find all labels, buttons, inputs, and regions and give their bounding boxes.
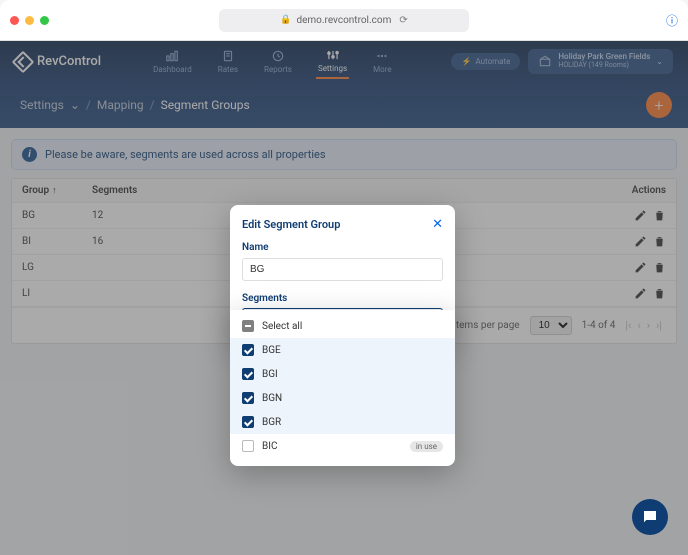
brand[interactable]: RevControl (15, 54, 101, 70)
nav-tabs: Dashboard Rates Reports Settings More (151, 44, 394, 79)
per-page-select[interactable]: 10 (530, 316, 572, 335)
delete-icon[interactable] (653, 261, 666, 274)
checkbox-checked-icon (242, 368, 254, 380)
refresh-icon[interactable]: ⟳ (399, 15, 407, 26)
edit-icon[interactable] (634, 209, 647, 222)
info-icon[interactable]: ⓘ (666, 12, 678, 29)
automate-button[interactable]: ⚡ Automate (451, 53, 520, 70)
pager-next-icon[interactable]: › (647, 319, 650, 332)
segment-option[interactable]: BGN (230, 386, 455, 410)
checkbox-unchecked-icon (242, 440, 254, 452)
close-icon[interactable]: ✕ (432, 217, 443, 232)
delete-icon[interactable] (653, 287, 666, 300)
info-icon: i (22, 147, 37, 162)
checkbox-checked-icon (242, 344, 254, 356)
column-segments[interactable]: Segments (92, 185, 616, 196)
nav-settings[interactable]: Settings (316, 44, 349, 79)
hotel-icon (538, 54, 552, 68)
crumb-mapping[interactable]: Mapping (97, 98, 144, 112)
brand-logo-icon (12, 50, 35, 73)
select-all-option[interactable]: Select all (230, 314, 455, 338)
hotel-sub: HOLIDAY (149 Rooms) (558, 62, 650, 70)
column-actions: Actions (616, 185, 666, 196)
browser-chrome: 🔒 demo.revcontrol.com ⟳ ⓘ (0, 0, 688, 41)
edit-icon[interactable] (634, 235, 647, 248)
maximize-window-button[interactable] (40, 16, 49, 25)
edit-icon[interactable] (634, 261, 647, 274)
add-button[interactable]: + (646, 92, 672, 118)
chat-icon (641, 508, 659, 526)
url-bar[interactable]: 🔒 demo.revcontrol.com ⟳ (219, 9, 469, 32)
breadcrumb-bar: Settings ⌄ / Mapping / Segment Groups + (0, 82, 688, 128)
modal-title: Edit Segment Group (242, 218, 340, 231)
crumb-current: Segment Groups (161, 98, 250, 112)
nav-reports[interactable]: Reports (262, 45, 294, 78)
chevron-down-icon: ⌄ (70, 98, 80, 112)
alert-text: Please be aware, segments are used acros… (45, 148, 326, 161)
app-header: RevControl Dashboard Rates Reports Setti… (0, 41, 688, 82)
segment-option[interactable]: BGE (230, 338, 455, 362)
name-input[interactable] (242, 258, 443, 281)
sort-asc-icon: ↑ (52, 185, 57, 196)
checkbox-indeterminate-icon (242, 320, 254, 332)
checkbox-checked-icon (242, 416, 254, 428)
header-right: ⚡ Automate Holiday Park Green Fields HOL… (451, 49, 673, 73)
chat-button[interactable] (632, 499, 668, 535)
edit-icon[interactable] (634, 287, 647, 300)
in-use-badge: in use (410, 441, 443, 452)
segments-dropdown: Select all BGE BGI BGN BGR BIC in use (230, 310, 455, 466)
delete-icon[interactable] (653, 209, 666, 222)
hotel-selector[interactable]: Holiday Park Green Fields HOLIDAY (149 R… (528, 49, 673, 73)
close-window-button[interactable] (10, 16, 19, 25)
dashboard-icon (165, 49, 179, 63)
automate-icon: ⚡ (461, 57, 471, 66)
per-page-label: Items per page (453, 320, 519, 331)
brand-name: RevControl (37, 54, 101, 69)
crumb-settings[interactable]: Settings (20, 98, 64, 112)
lock-icon: 🔒 (280, 15, 291, 25)
segments-label: Segments (242, 293, 443, 304)
breadcrumb: Settings ⌄ / Mapping / Segment Groups (20, 98, 250, 112)
rates-icon (221, 49, 235, 63)
pager-last-icon[interactable]: ›| (656, 319, 662, 332)
pager-prev-icon[interactable]: ‹ (637, 319, 640, 332)
reports-icon (271, 49, 285, 63)
chevron-down-icon: ⌄ (656, 57, 663, 66)
table-header: Group↑ Segments Actions (12, 179, 676, 203)
pager-range: 1-4 of 4 (582, 320, 616, 331)
settings-icon (326, 48, 340, 62)
url-text: demo.revcontrol.com (296, 15, 391, 26)
segment-option[interactable]: BGI (230, 362, 455, 386)
nav-dashboard[interactable]: Dashboard (151, 45, 194, 78)
segment-option[interactable]: BGR (230, 410, 455, 434)
nav-more[interactable]: More (371, 45, 393, 78)
delete-icon[interactable] (653, 235, 666, 248)
minimize-window-button[interactable] (25, 16, 34, 25)
segment-option[interactable]: BIC in use (230, 434, 455, 458)
checkbox-checked-icon (242, 392, 254, 404)
pager-first-icon[interactable]: |‹ (625, 319, 631, 332)
name-label: Name (242, 242, 443, 253)
window-controls (10, 16, 49, 25)
info-alert: i Please be aware, segments are used acr… (11, 139, 677, 170)
nav-rates[interactable]: Rates (216, 45, 240, 78)
column-group[interactable]: Group↑ (22, 185, 92, 196)
more-icon (375, 49, 389, 63)
